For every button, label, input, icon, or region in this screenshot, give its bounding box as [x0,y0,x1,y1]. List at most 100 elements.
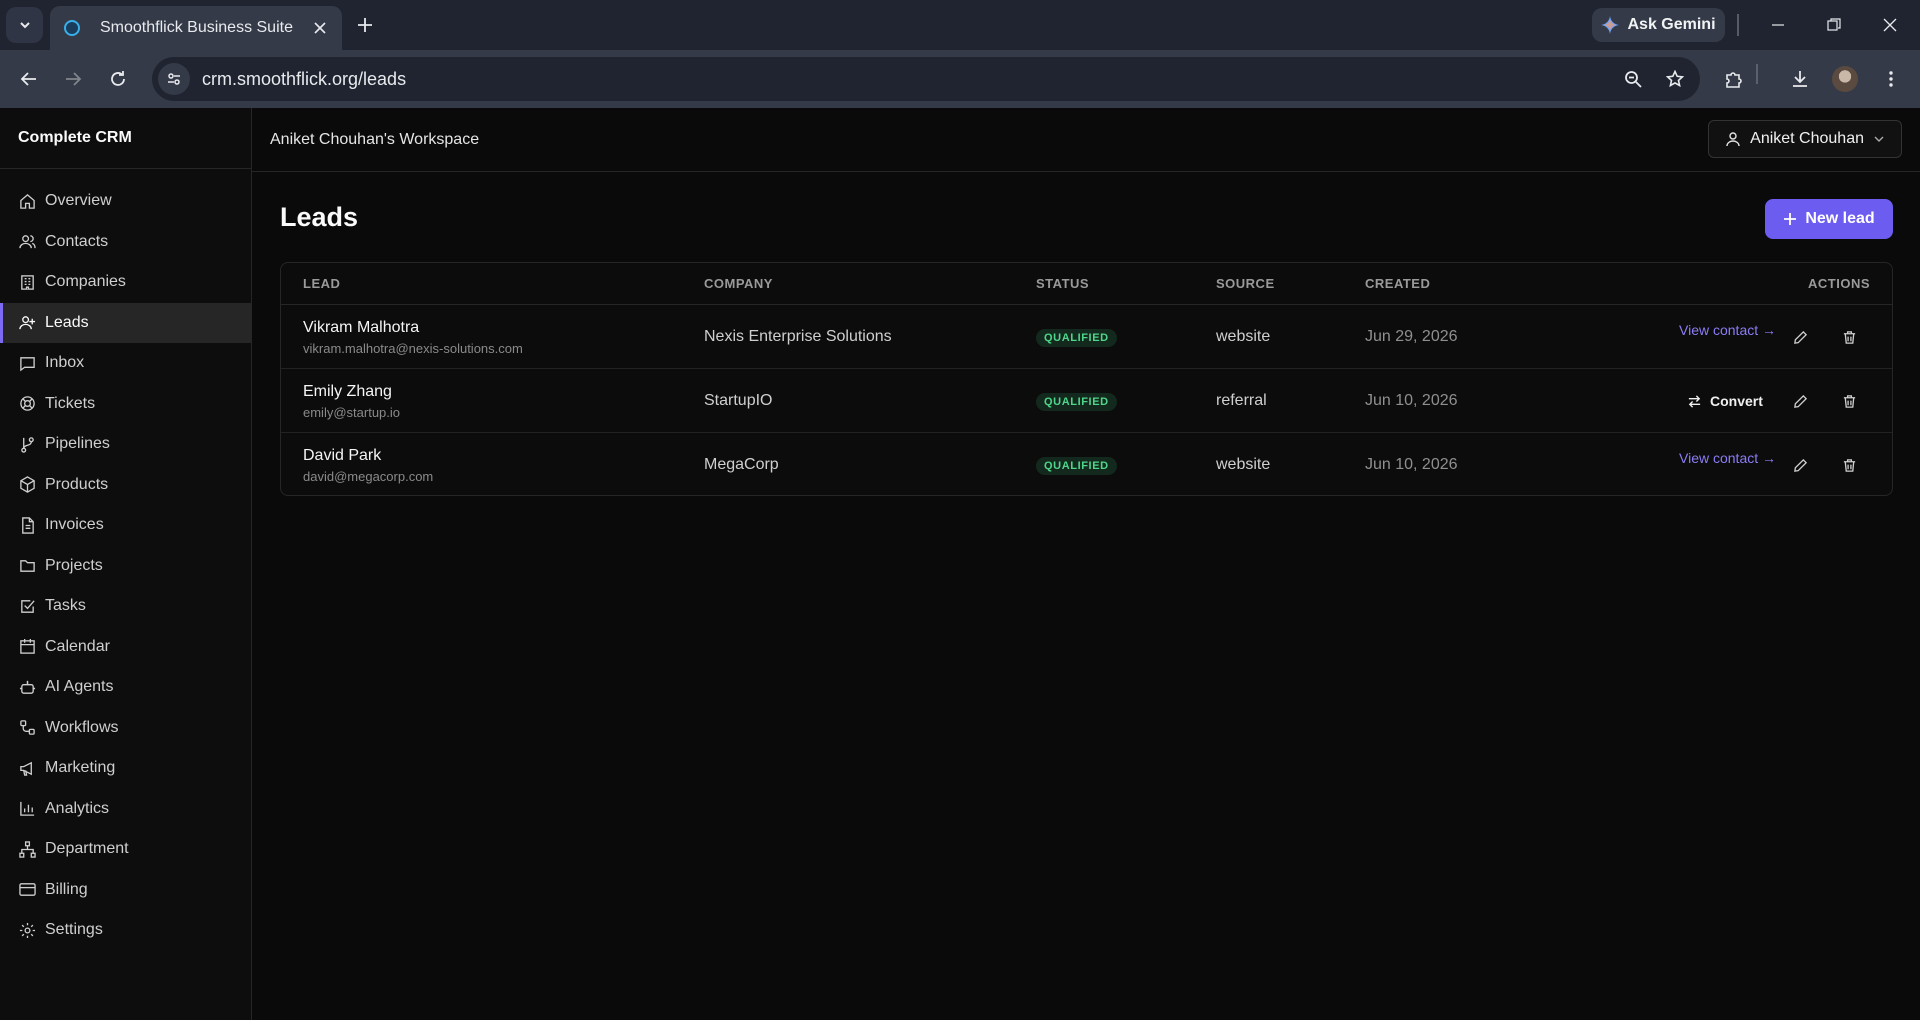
minimize-button[interactable] [1758,8,1798,42]
sidebar-item-department[interactable]: Department [0,829,251,870]
lifebuoy-icon [18,395,36,413]
created-date: Jun 10, 2026 [1365,456,1458,473]
close-window-button[interactable] [1870,8,1910,42]
sidebar-item-pipelines[interactable]: Pipelines [0,424,251,465]
pencil-icon [1793,458,1807,472]
extensions-button[interactable] [1717,62,1751,96]
lead-name[interactable]: Vikram Malhotra [303,319,523,337]
gear-icon [18,921,36,939]
lead-name[interactable]: David Park [303,447,433,465]
site-info-button[interactable] [158,63,190,95]
more-vertical-icon [1889,71,1893,87]
browser-tab[interactable]: Smoothflick Business Suite [50,6,342,50]
sidebar-item-tasks[interactable]: Tasks [0,586,251,627]
sidebar-item-billing[interactable]: Billing [0,870,251,911]
lead-cell: Vikram Malhotra vikram.malhotra@nexis-so… [303,305,523,369]
company-name: Nexis Enterprise Solutions [704,328,892,345]
back-button[interactable] [12,62,46,96]
created-cell: Jun 10, 2026 [1365,369,1458,433]
reload-button[interactable] [101,62,135,96]
sidebar-item-marketing[interactable]: Marketing [0,748,251,789]
column-header-lead: LEAD [303,276,341,291]
trash-icon [1843,394,1855,408]
view-contact-link[interactable]: View contact → [1679,322,1776,338]
bookmark-button[interactable] [1658,62,1692,96]
edit-lead-button[interactable] [1790,327,1810,347]
convert-button[interactable]: Convert [1687,393,1763,409]
brand-name: Complete CRM [0,108,251,169]
restore-button[interactable] [1814,8,1854,42]
sidebar-item-contacts[interactable]: Contacts [0,222,251,263]
status-cell: QUALIFIED [1036,369,1117,433]
created-cell: Jun 10, 2026 [1365,433,1458,495]
lead-name[interactable]: Emily Zhang [303,383,400,401]
sidebar-item-calendar[interactable]: Calendar [0,627,251,668]
plus-icon [358,18,372,32]
sidebar-item-products[interactable]: Products [0,465,251,506]
swap-arrows-icon [1688,394,1701,408]
browser-menu-button[interactable] [1874,62,1908,96]
status-badge: QUALIFIED [1036,328,1117,347]
lead-email: david@megacorp.com [303,468,434,484]
git-branch-icon [18,435,36,453]
sidebar-item-companies[interactable]: Companies [0,262,251,303]
view-contact-link[interactable]: View contact → [1679,450,1776,466]
url-text[interactable]: crm.smoothflick.org/leads [202,69,1616,90]
ask-gemini-button[interactable]: Ask Gemini [1592,8,1725,42]
sidebar-item-projects[interactable]: Projects [0,546,251,587]
sidebar-item-label: Products [45,475,109,493]
delete-lead-button[interactable] [1839,391,1859,411]
sidebar-item-label: Workflows [45,718,119,736]
forward-button[interactable] [56,62,90,96]
table-row[interactable]: David Park david@megacorp.com MegaCorp Q… [281,433,1892,495]
sidebar-item-label: Projects [45,556,103,574]
sidebar-item-overview[interactable]: Overview [0,181,251,222]
sidebar-item-workflows[interactable]: Workflows [0,708,251,749]
sidebar-item-label: Inbox [45,354,85,372]
chevron-down-icon [19,22,30,29]
new-lead-button[interactable]: New lead [1765,199,1893,239]
lead-source: website [1216,328,1271,345]
table-row[interactable]: Emily Zhang emily@startup.io StartupIO Q… [281,369,1892,433]
delete-lead-button[interactable] [1839,455,1859,475]
edit-lead-button[interactable] [1790,391,1810,411]
sidebar-item-tickets[interactable]: Tickets [0,384,251,425]
table-row[interactable]: Vikram Malhotra vikram.malhotra@nexis-so… [281,305,1892,369]
column-header-source: SOURCE [1216,276,1275,291]
sidebar-nav: Overview Contacts Companies Leads Inbox … [0,169,251,951]
sidebar-item-label: Analytics [45,799,110,817]
puzzle-icon [1726,72,1742,88]
actions-cell: View contact → [1679,426,1776,490]
column-header-created: CREATED [1365,276,1431,291]
network-icon [18,840,36,858]
new-lead-label: New lead [1805,210,1875,227]
sidebar-item-leads[interactable]: Leads [0,302,251,343]
address-bar[interactable]: crm.smoothflick.org/leads [152,57,1700,101]
ask-gemini-label: Ask Gemini [1627,16,1716,33]
profile-button[interactable] [1828,62,1862,96]
new-tab-button[interactable] [350,10,380,40]
message-icon [18,354,36,372]
crm-app: Complete CRM Overview Contacts Companies… [0,108,1920,1020]
sidebar-item-inbox[interactable]: Inbox [0,343,251,384]
calendar-icon [18,638,36,656]
plus-icon [1784,213,1797,225]
zoom-button[interactable] [1616,62,1650,96]
tab-search-button[interactable] [6,7,43,43]
sidebar-item-analytics[interactable]: Analytics [0,789,251,830]
users-icon [18,233,36,251]
sidebar-item-ai-agents[interactable]: AI Agents [0,667,251,708]
lead-cell: David Park david@megacorp.com [303,433,434,495]
sidebar-item-settings[interactable]: Settings [0,910,251,951]
column-header-company: COMPANY [704,276,773,291]
delete-lead-button[interactable] [1839,327,1859,347]
sidebar-item-invoices[interactable]: Invoices [0,505,251,546]
close-tab-button[interactable] [306,14,334,42]
lead-cell: Emily Zhang emily@startup.io [303,369,400,433]
downloads-button[interactable] [1783,62,1817,96]
toolbar-divider [1756,64,1758,84]
sidebar-item-label: Department [45,840,129,858]
edit-lead-button[interactable] [1790,455,1810,475]
user-menu-button[interactable]: Aniket Chouhan [1708,120,1902,158]
restore-icon [1827,18,1841,31]
